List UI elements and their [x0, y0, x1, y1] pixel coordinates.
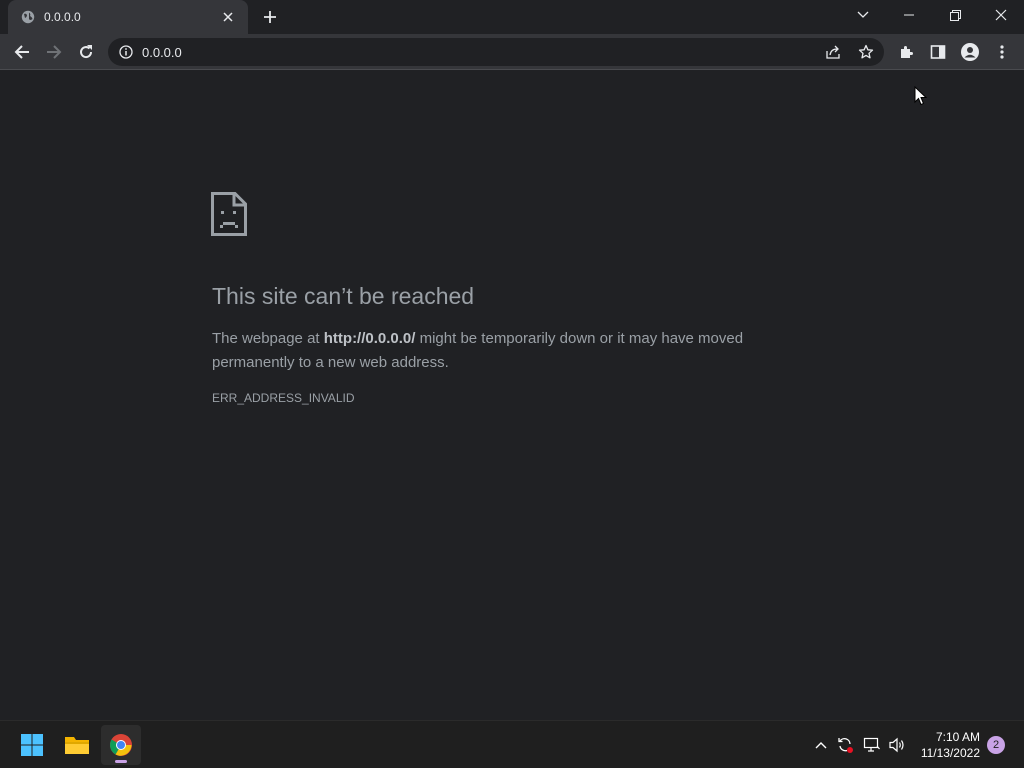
- notification-badge[interactable]: 2: [987, 736, 1005, 754]
- file-explorer-icon[interactable]: [57, 725, 97, 765]
- url-text[interactable]: 0.0.0.0: [142, 45, 182, 60]
- sync-alert-icon[interactable]: [834, 734, 856, 756]
- windows-taskbar: 7:10 AM 11/13/2022 2: [0, 720, 1024, 768]
- mouse-cursor-icon: [914, 86, 928, 106]
- tab-strip: 0.0.0.0: [0, 0, 1024, 34]
- side-panel-icon[interactable]: [923, 37, 953, 67]
- minimize-icon[interactable]: [886, 0, 932, 30]
- extensions-icon[interactable]: [891, 37, 921, 67]
- tab-search-icon[interactable]: [840, 0, 886, 30]
- page-content: This site can’t be reached The webpage a…: [0, 71, 1024, 720]
- network-icon[interactable]: [861, 734, 883, 756]
- more-menu-icon[interactable]: [987, 37, 1017, 67]
- profile-avatar-icon[interactable]: [955, 37, 985, 67]
- error-code: ERR_ADDRESS_INVALID: [212, 391, 355, 405]
- bookmark-star-icon[interactable]: [855, 41, 877, 63]
- restore-icon[interactable]: [932, 0, 978, 30]
- error-description: The webpage at http://0.0.0.0/ might be …: [212, 327, 782, 375]
- error-description-prefix: The webpage at: [212, 330, 324, 347]
- back-button[interactable]: [7, 37, 37, 67]
- active-app-indicator: [115, 760, 127, 763]
- sad-page-icon: [211, 192, 247, 236]
- new-tab-button[interactable]: [258, 5, 282, 29]
- reload-button[interactable]: [71, 37, 101, 67]
- tab-title: 0.0.0.0: [44, 10, 81, 24]
- error-heading: This site can’t be reached: [212, 283, 475, 309]
- address-bar[interactable]: 0.0.0.0: [108, 38, 884, 66]
- browser-tab[interactable]: 0.0.0.0: [8, 0, 248, 34]
- system-clock[interactable]: 7:10 AM 11/13/2022: [914, 729, 980, 761]
- start-icon[interactable]: [12, 725, 52, 765]
- clock-date: 11/13/2022: [920, 746, 980, 760]
- browser-toolbar: 0.0.0.0: [0, 34, 1024, 70]
- clock-time: 7:10 AM: [935, 730, 980, 744]
- close-window-icon[interactable]: [978, 0, 1024, 30]
- close-tab-icon[interactable]: [218, 7, 238, 27]
- globe-icon: [20, 9, 36, 25]
- site-info-icon[interactable]: [118, 44, 134, 60]
- error-url: http://0.0.0.0/: [323, 330, 416, 347]
- share-icon[interactable]: [822, 41, 844, 63]
- chrome-icon[interactable]: [101, 725, 141, 765]
- forward-button[interactable]: [39, 37, 69, 67]
- show-hidden-icons-chevron-icon[interactable]: [810, 734, 832, 756]
- volume-icon[interactable]: [886, 734, 908, 756]
